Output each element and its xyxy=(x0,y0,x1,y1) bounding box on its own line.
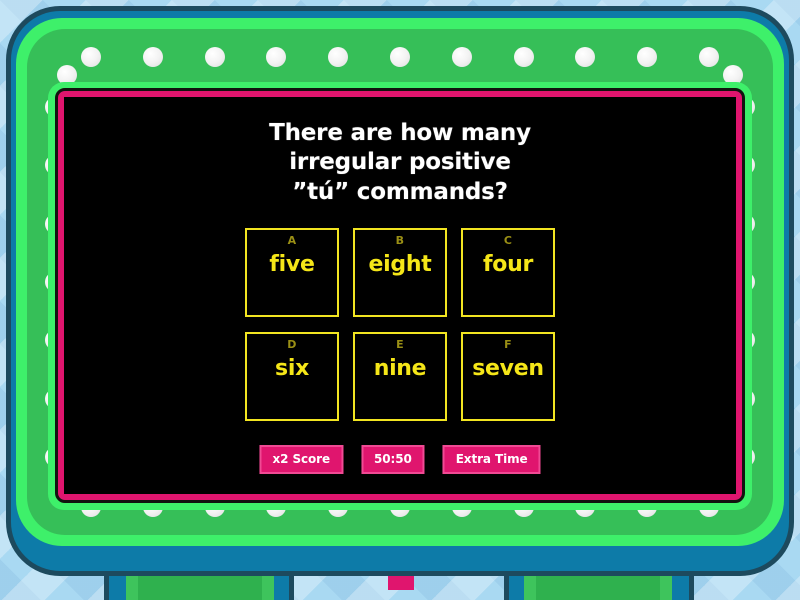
question-line: irregular positive xyxy=(289,149,511,176)
answer-option-b[interactable]: Beight xyxy=(353,228,447,317)
answer-label: seven xyxy=(472,356,544,381)
marquee-bulb xyxy=(513,47,534,67)
question-line: There are how many xyxy=(269,120,531,146)
answer-letter: A xyxy=(287,234,297,247)
answer-options-grid: Afive Beight Cfour Dsix Enine Fseven xyxy=(245,228,555,421)
answer-label: six xyxy=(275,356,309,381)
answer-letter: E xyxy=(396,338,404,351)
answer-label: five xyxy=(269,252,315,277)
answer-letter: F xyxy=(504,338,512,351)
answer-option-e[interactable]: Enine xyxy=(353,332,447,421)
answer-label: eight xyxy=(368,252,432,277)
answer-label: nine xyxy=(373,356,427,381)
answer-option-c[interactable]: Cfour xyxy=(461,228,555,317)
answer-letter: D xyxy=(287,338,297,351)
marquee-bulb xyxy=(81,47,101,67)
question-line: ”tú” commands? xyxy=(292,178,508,205)
marquee-bulb xyxy=(637,47,658,67)
double-score-button[interactable]: x2 Score xyxy=(259,445,344,474)
marquee-bulb xyxy=(142,47,163,67)
marquee-bulb xyxy=(328,47,349,67)
marquee-bulb xyxy=(390,47,410,67)
extra-time-button[interactable]: Extra Time xyxy=(442,445,541,474)
answer-option-a[interactable]: Afive xyxy=(245,228,339,317)
answer-letter: B xyxy=(395,234,405,247)
marquee-bulb xyxy=(575,47,596,67)
answer-label: four xyxy=(483,252,533,277)
game-screen: There are how many irregular positive ”tú”… xyxy=(64,97,736,494)
answer-letter: C xyxy=(503,234,513,247)
marquee-bulb xyxy=(204,47,225,67)
powerup-bar: x2 Score 50:50 Extra Time xyxy=(259,445,541,474)
marquee-bulb xyxy=(451,47,472,67)
marquee-bulb xyxy=(699,47,719,67)
marquee-bulb xyxy=(266,47,287,67)
fifty-fifty-button[interactable]: 50:50 xyxy=(361,445,425,474)
question-text: There are how many irregular positive ”tú”… xyxy=(64,119,736,207)
quiz-game-screen: There are how many irregular positive ”tú”… xyxy=(0,0,800,600)
answer-option-d[interactable]: Dsix xyxy=(245,332,339,421)
answer-option-f[interactable]: Fseven xyxy=(461,332,555,421)
